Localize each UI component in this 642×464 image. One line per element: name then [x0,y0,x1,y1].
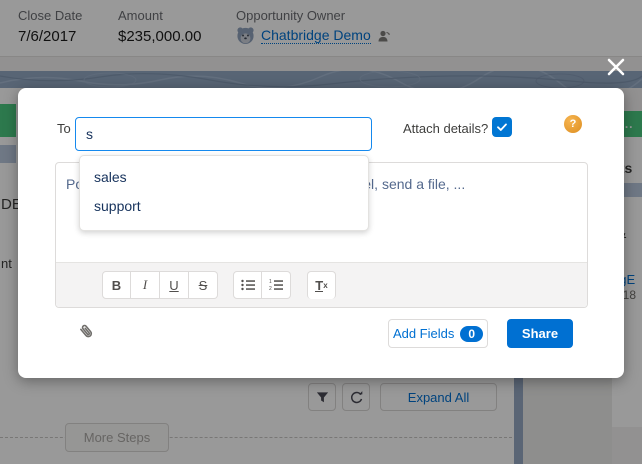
format-toolbar: B I U S 1 2 [56,262,587,307]
share-label: Share [522,326,558,341]
bullet-list-button[interactable] [233,271,262,299]
attach-details-checkbox[interactable] [492,117,512,137]
checkmark-icon [496,121,508,133]
add-fields-label: Add Fields [393,326,454,341]
suggestion-support[interactable]: support [80,192,368,221]
attach-details-label: Attach details? [403,121,488,136]
bullet-list-icon [241,279,255,291]
bold-button[interactable]: B [102,271,131,299]
share-button[interactable]: Share [507,319,573,348]
to-label: To [57,121,71,136]
add-fields-button[interactable]: Add Fields 0 [388,319,488,348]
strikethrough-icon: S [199,278,208,293]
underline-icon: U [169,278,178,293]
paperclip-icon [76,321,98,343]
clear-format-icon: T [315,280,323,292]
share-modal: To Attach details? ? Post a message, men… [18,88,624,378]
underline-button[interactable]: U [160,271,189,299]
to-input[interactable] [75,117,372,151]
svg-text:1: 1 [269,279,272,285]
italic-button[interactable]: I [131,271,160,299]
recipient-suggestions: sales support [79,155,369,231]
strikethrough-button[interactable]: S [189,271,218,299]
help-glyph: ? [570,118,577,130]
clear-format-sub: x [323,281,327,290]
close-button[interactable] [602,53,630,81]
clear-format-button[interactable]: Tx [307,271,336,299]
numbered-list-icon: 1 2 [269,279,283,291]
italic-icon: I [143,277,147,293]
app-screen: Close Date 7/6/2017 Amount $235,000.00 O… [0,0,642,464]
close-icon [605,56,627,78]
suggestion-sales[interactable]: sales [80,163,368,192]
numbered-list-button[interactable]: 1 2 [262,271,291,299]
add-fields-count-badge: 0 [460,326,483,342]
help-icon[interactable]: ? [564,115,582,133]
bold-icon: B [112,278,121,293]
attach-file-button[interactable] [76,321,100,345]
svg-text:2: 2 [269,286,272,291]
